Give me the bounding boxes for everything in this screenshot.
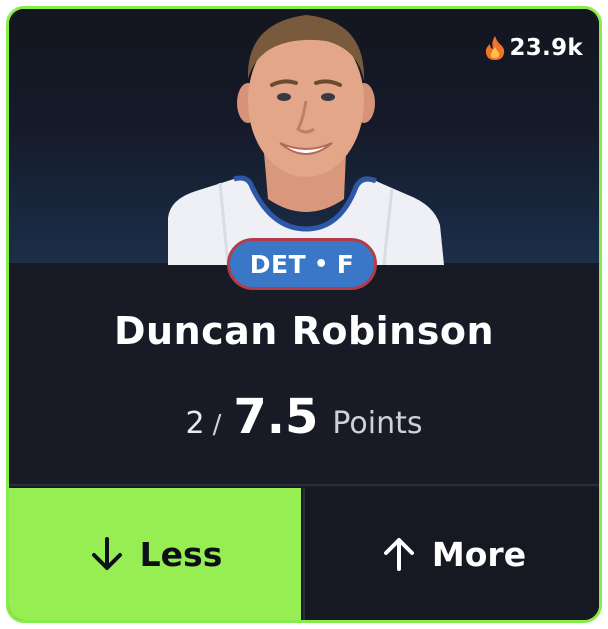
projection-line: 2 / 7.5 Points — [9, 389, 599, 445]
team-position-badge: DET • F — [227, 238, 377, 290]
arrow-down-icon — [91, 537, 122, 570]
less-button-label: Less — [139, 534, 223, 574]
less-button[interactable]: Less — [9, 488, 301, 620]
more-button-label: More — [431, 534, 527, 574]
fire-icon — [486, 36, 505, 60]
divider — [9, 484, 599, 486]
stat-type: Points — [332, 406, 423, 441]
trending-value: 23.9k — [509, 35, 583, 61]
badge-separator: • — [314, 251, 329, 277]
trending-count: 23.9k — [485, 35, 583, 61]
arrow-up-icon — [383, 538, 414, 571]
position-label: F — [336, 249, 355, 279]
player-photo — [168, 15, 444, 265]
line-value: 7.5 — [233, 389, 319, 445]
more-button[interactable]: More — [303, 488, 599, 620]
projection-card: 23.9k DET • F Duncan Robinson 2 / 7.5 Po… — [6, 6, 602, 623]
team-label: DET — [249, 249, 307, 279]
line-separator: / — [212, 410, 222, 440]
player-name: Duncan Robinson — [113, 309, 495, 353]
player-hero: 23.9k — [9, 9, 599, 265]
current-stat-value: 2 — [185, 406, 205, 441]
